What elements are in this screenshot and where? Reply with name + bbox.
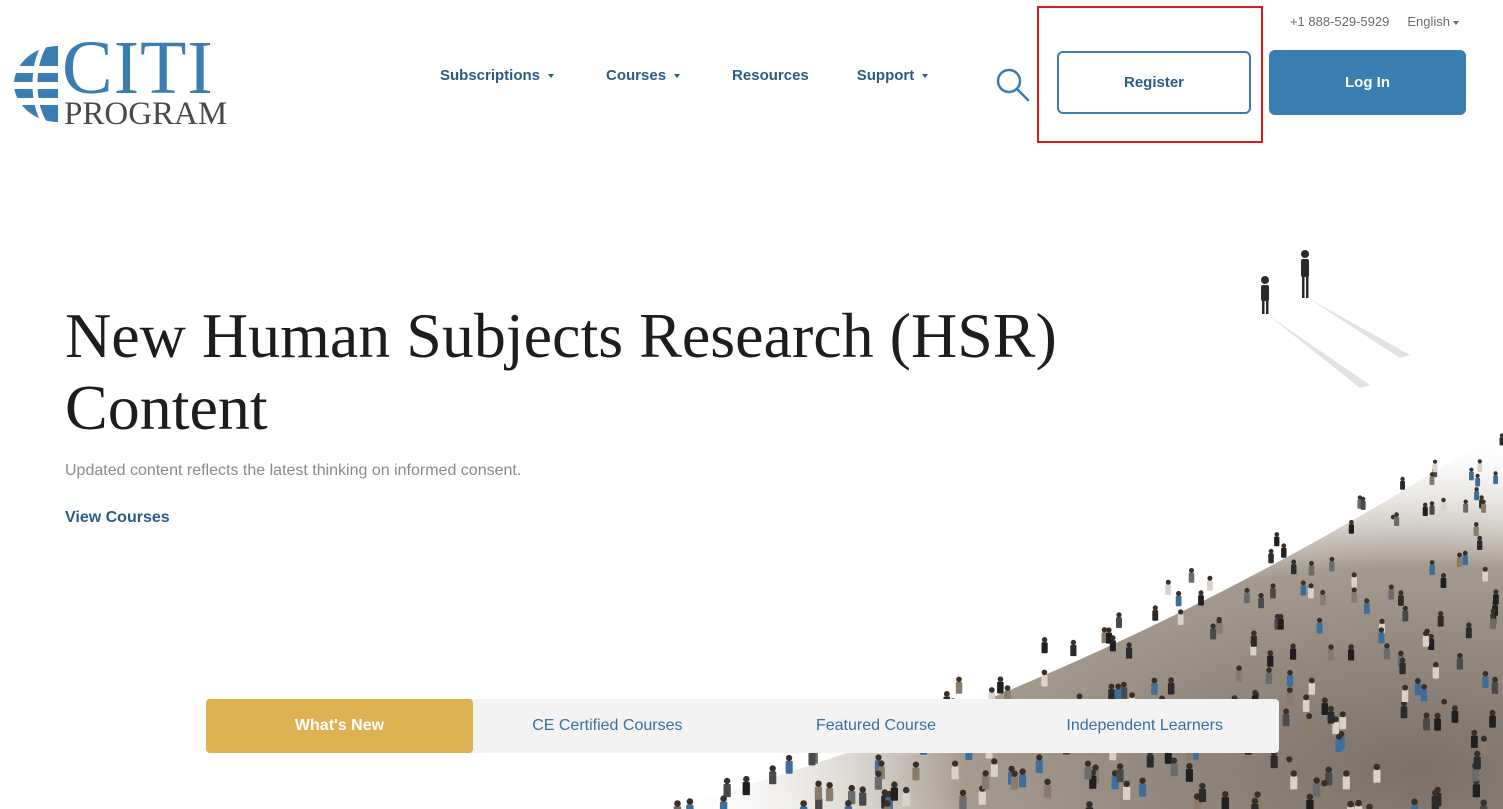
tab-whats-new[interactable]: What's New	[206, 699, 473, 753]
language-label: English	[1407, 14, 1450, 29]
chevron-down-icon	[1453, 20, 1459, 25]
nav-item-courses[interactable]: Courses	[606, 67, 681, 84]
logo-citi-text: CITI	[62, 26, 214, 110]
tab-ce-certified-courses[interactable]: CE Certified Courses	[473, 699, 742, 753]
login-button[interactable]: Log In	[1269, 50, 1466, 115]
view-courses-link[interactable]: View Courses	[65, 509, 170, 527]
feature-tabs: What's New CE Certified Courses Featured…	[206, 699, 1279, 753]
hero-subtitle: Updated content reflects the latest thin…	[65, 462, 522, 479]
logo-program-text: PROGRAM	[64, 96, 228, 132]
chevron-down-icon	[674, 73, 681, 78]
phone-number[interactable]: +1 888-529-5929	[1290, 14, 1389, 29]
language-selector[interactable]: English	[1407, 14, 1459, 29]
citi-program-logo[interactable]: CITI PROGRAM	[10, 30, 227, 132]
nav-item-label: Courses	[606, 67, 667, 84]
utility-bar: +1 888-529-5929 English	[1290, 14, 1459, 29]
main-nav: Subscriptions Courses Resources Support	[440, 67, 929, 84]
chevron-down-icon	[922, 73, 929, 78]
search-icon[interactable]	[994, 66, 1032, 104]
nav-item-resources[interactable]: Resources	[732, 67, 809, 84]
nav-item-label: Resources	[732, 67, 809, 84]
globe-logo-icon	[10, 44, 62, 124]
nav-item-subscriptions[interactable]: Subscriptions	[440, 67, 555, 84]
nav-item-label: Support	[856, 67, 915, 84]
chevron-down-icon	[548, 73, 555, 78]
tab-featured-course[interactable]: Featured Course	[742, 699, 1011, 753]
nav-item-label: Subscriptions	[440, 67, 541, 84]
tab-independent-learners[interactable]: Independent Learners	[1010, 699, 1279, 753]
nav-item-support[interactable]: Support	[857, 67, 929, 84]
highlight-box	[1037, 6, 1263, 143]
